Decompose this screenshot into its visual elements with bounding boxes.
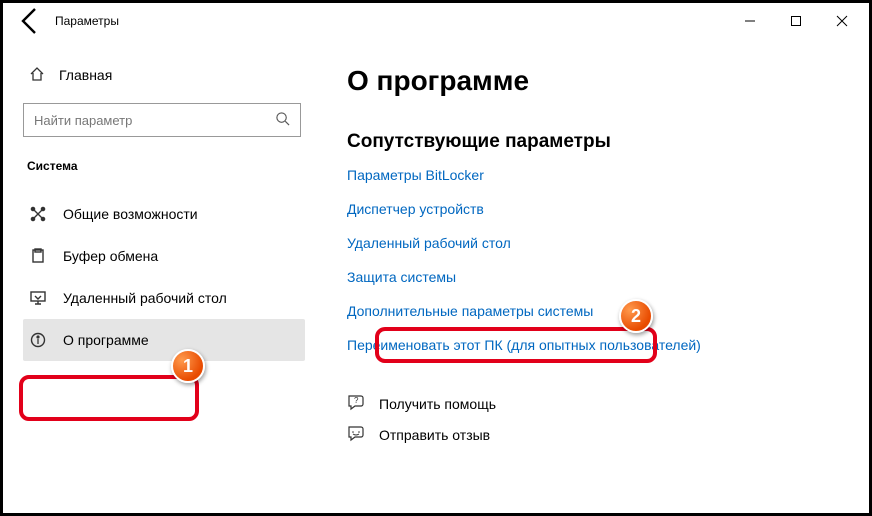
remote-icon [29,289,47,307]
titlebar: Параметры [3,3,869,39]
main-panel: О программе Сопутствующие параметры Пара… [313,39,869,513]
close-icon [836,15,848,27]
link-advanced-system[interactable]: Дополнительные параметры системы [347,303,849,319]
minimize-icon [744,15,756,27]
sidebar-home[interactable]: Главная [23,55,305,95]
link-system-protection[interactable]: Защита системы [347,269,849,285]
annotation-marker-2: 2 [619,299,653,333]
arrow-left-icon [15,5,47,37]
search-placeholder: Найти параметр [34,113,132,128]
search-icon [275,111,290,129]
sidebar-item-label: Удаленный рабочий стол [63,290,227,306]
clipboard-icon [29,247,47,265]
link-remote-desktop[interactable]: Удаленный рабочий стол [347,235,849,251]
sidebar-item-label: Общие возможности [63,206,198,222]
sidebar-item-remote[interactable]: Удаленный рабочий стол [23,277,305,319]
annotation-marker-1: 1 [171,349,205,383]
sidebar-item-clipboard[interactable]: Буфер обмена [23,235,305,277]
page-title: О программе [347,65,849,97]
home-icon [29,66,45,85]
sidebar-item-label: О программе [63,332,149,348]
link-bitlocker[interactable]: Параметры BitLocker [347,167,849,183]
maximize-icon [790,15,802,27]
info-icon [29,331,47,349]
minimize-button[interactable] [727,5,773,37]
help-icon: ? [347,393,365,414]
get-help-label: Получить помощь [379,396,496,412]
related-settings-heading: Сопутствующие параметры [347,131,849,153]
sidebar-section: Система [27,159,305,173]
sidebar-home-label: Главная [59,67,112,83]
sidebar: Главная Найти параметр Система Общие воз… [3,39,313,513]
search-input[interactable]: Найти параметр [23,103,301,137]
sidebar-item-about[interactable]: О программе [23,319,305,361]
get-help[interactable]: ? Получить помощь [347,393,849,414]
link-rename-pc[interactable]: Переименовать этот ПК (для опытных польз… [347,337,849,353]
give-feedback[interactable]: Отправить отзыв [347,424,849,445]
back-button[interactable] [15,5,47,37]
shared-icon [29,205,47,223]
window-title: Параметры [55,14,119,28]
sidebar-item-shared[interactable]: Общие возможности [23,193,305,235]
give-feedback-label: Отправить отзыв [379,427,490,443]
feedback-icon [347,424,365,445]
sidebar-item-label: Буфер обмена [63,248,158,264]
close-button[interactable] [819,5,865,37]
maximize-button[interactable] [773,5,819,37]
svg-text:?: ? [354,396,359,405]
link-device-manager[interactable]: Диспетчер устройств [347,201,849,217]
